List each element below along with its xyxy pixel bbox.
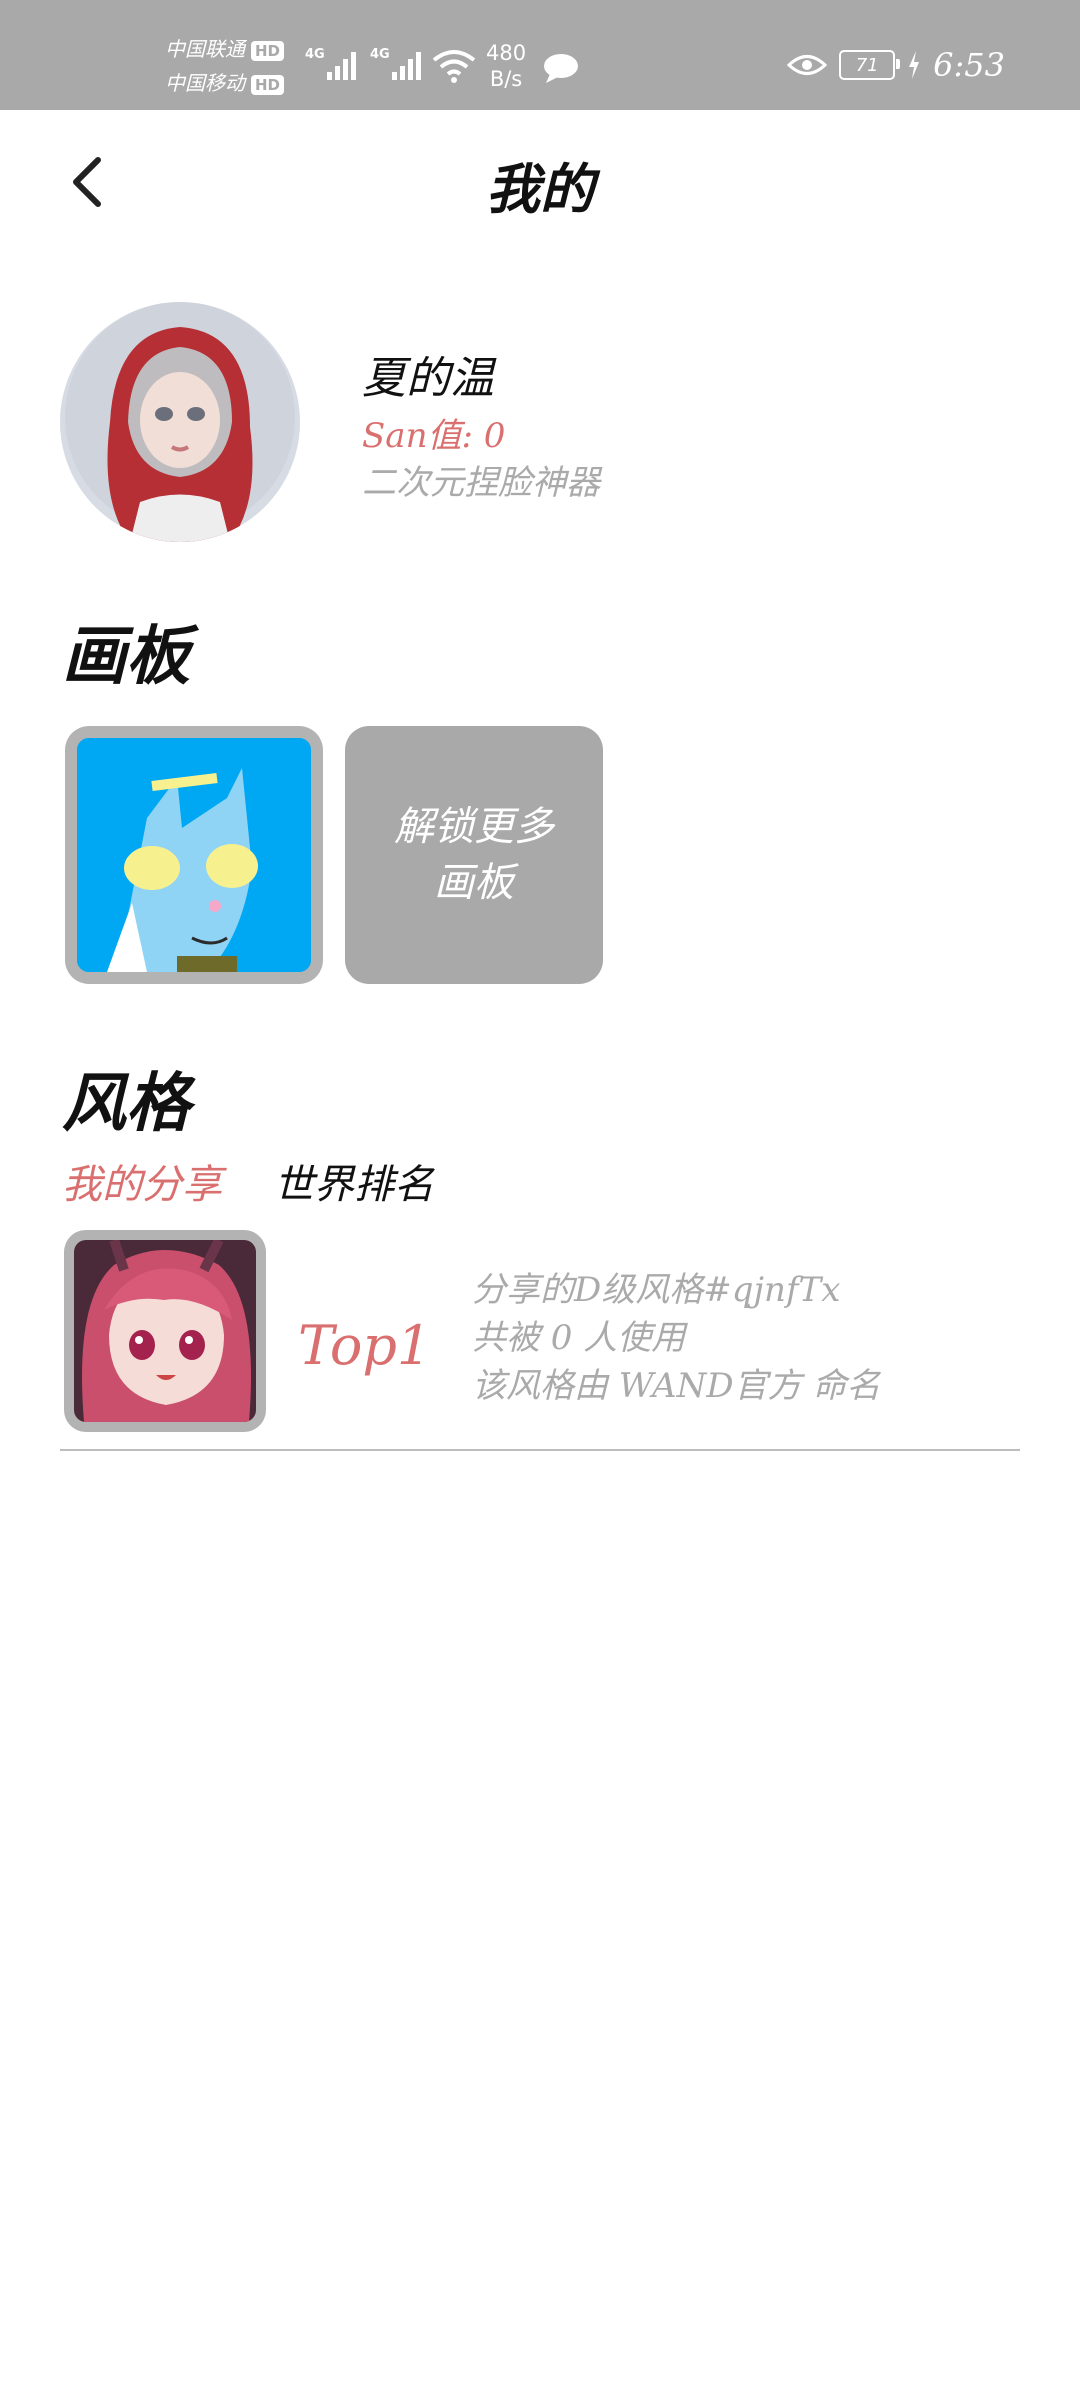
signal-icon: 4G — [370, 47, 421, 80]
style-info: 分享的D级风格#qjnfTx 共被 0 人使用 该风格由 WAND官方 命名 — [472, 1266, 880, 1410]
unlock-more-boards-button[interactable]: 解锁更多画板 — [345, 726, 603, 984]
avatar[interactable] — [60, 302, 300, 542]
speed-value: 480 — [486, 41, 527, 65]
style-tabs: 我的分享 世界排名 — [62, 1152, 434, 1210]
svg-text:4G: 4G — [305, 47, 325, 62]
tab-world-ranking[interactable]: 世界排名 — [274, 1152, 434, 1210]
page-title: 我的 — [486, 157, 594, 221]
board-drawing — [77, 738, 311, 972]
network-speed: 480 B/s — [486, 40, 526, 92]
carrier-info: 中国联通 HD 中国移动 HD — [165, 32, 285, 100]
right-status: 71 6:53 — [787, 46, 1005, 84]
charging-icon — [909, 51, 920, 79]
avatar-image — [60, 302, 300, 542]
message-icon — [544, 54, 578, 83]
status-bar: 中国联通 HD 中国移动 HD 4G 4G 480 B/s 71 6:53 — [0, 0, 1080, 110]
signal-icon: 4G — [305, 47, 356, 80]
rank-label: Top1 — [298, 1314, 432, 1377]
wifi-icon — [432, 50, 476, 83]
battery-level: 71 — [855, 54, 879, 76]
style-naming: 该风格由 WAND官方 命名 — [472, 1366, 881, 1406]
clock: 6:53 — [933, 46, 1005, 84]
bio: 二次元捏脸神器 — [362, 463, 600, 503]
hd-badge: HD — [251, 40, 285, 61]
hd-badge: HD — [251, 74, 285, 95]
battery-icon: 71 — [839, 50, 901, 80]
san-number: 0 — [483, 416, 506, 456]
styles-section-title: 风格 — [62, 1066, 190, 1141]
board-card[interactable] — [65, 726, 323, 984]
eye-icon — [787, 55, 828, 75]
style-thumbnail-image — [74, 1240, 256, 1422]
list-item[interactable]: Top1 分享的D级风格#qjnfTx 共被 0 人使用 该风格由 WAND官方… — [62, 1230, 1022, 1450]
san-value: San值: 0 — [362, 408, 505, 457]
boards-section-title: 画板 — [62, 619, 190, 694]
style-code: 分享的D级风格#qjnfTx — [472, 1270, 841, 1310]
san-label: San值: — [362, 416, 473, 456]
carrier-2: 中国移动 — [165, 71, 245, 95]
carrier-1: 中国联通 — [165, 37, 245, 61]
speed-unit: B/s — [489, 67, 523, 91]
svg-text:4G: 4G — [370, 47, 390, 62]
style-usage: 共被 0 人使用 — [472, 1318, 686, 1358]
style-thumbnail[interactable] — [64, 1230, 266, 1432]
divider — [60, 1449, 1020, 1451]
username: 夏的温 — [362, 353, 494, 404]
tab-my-shares[interactable]: 我的分享 — [62, 1152, 222, 1210]
